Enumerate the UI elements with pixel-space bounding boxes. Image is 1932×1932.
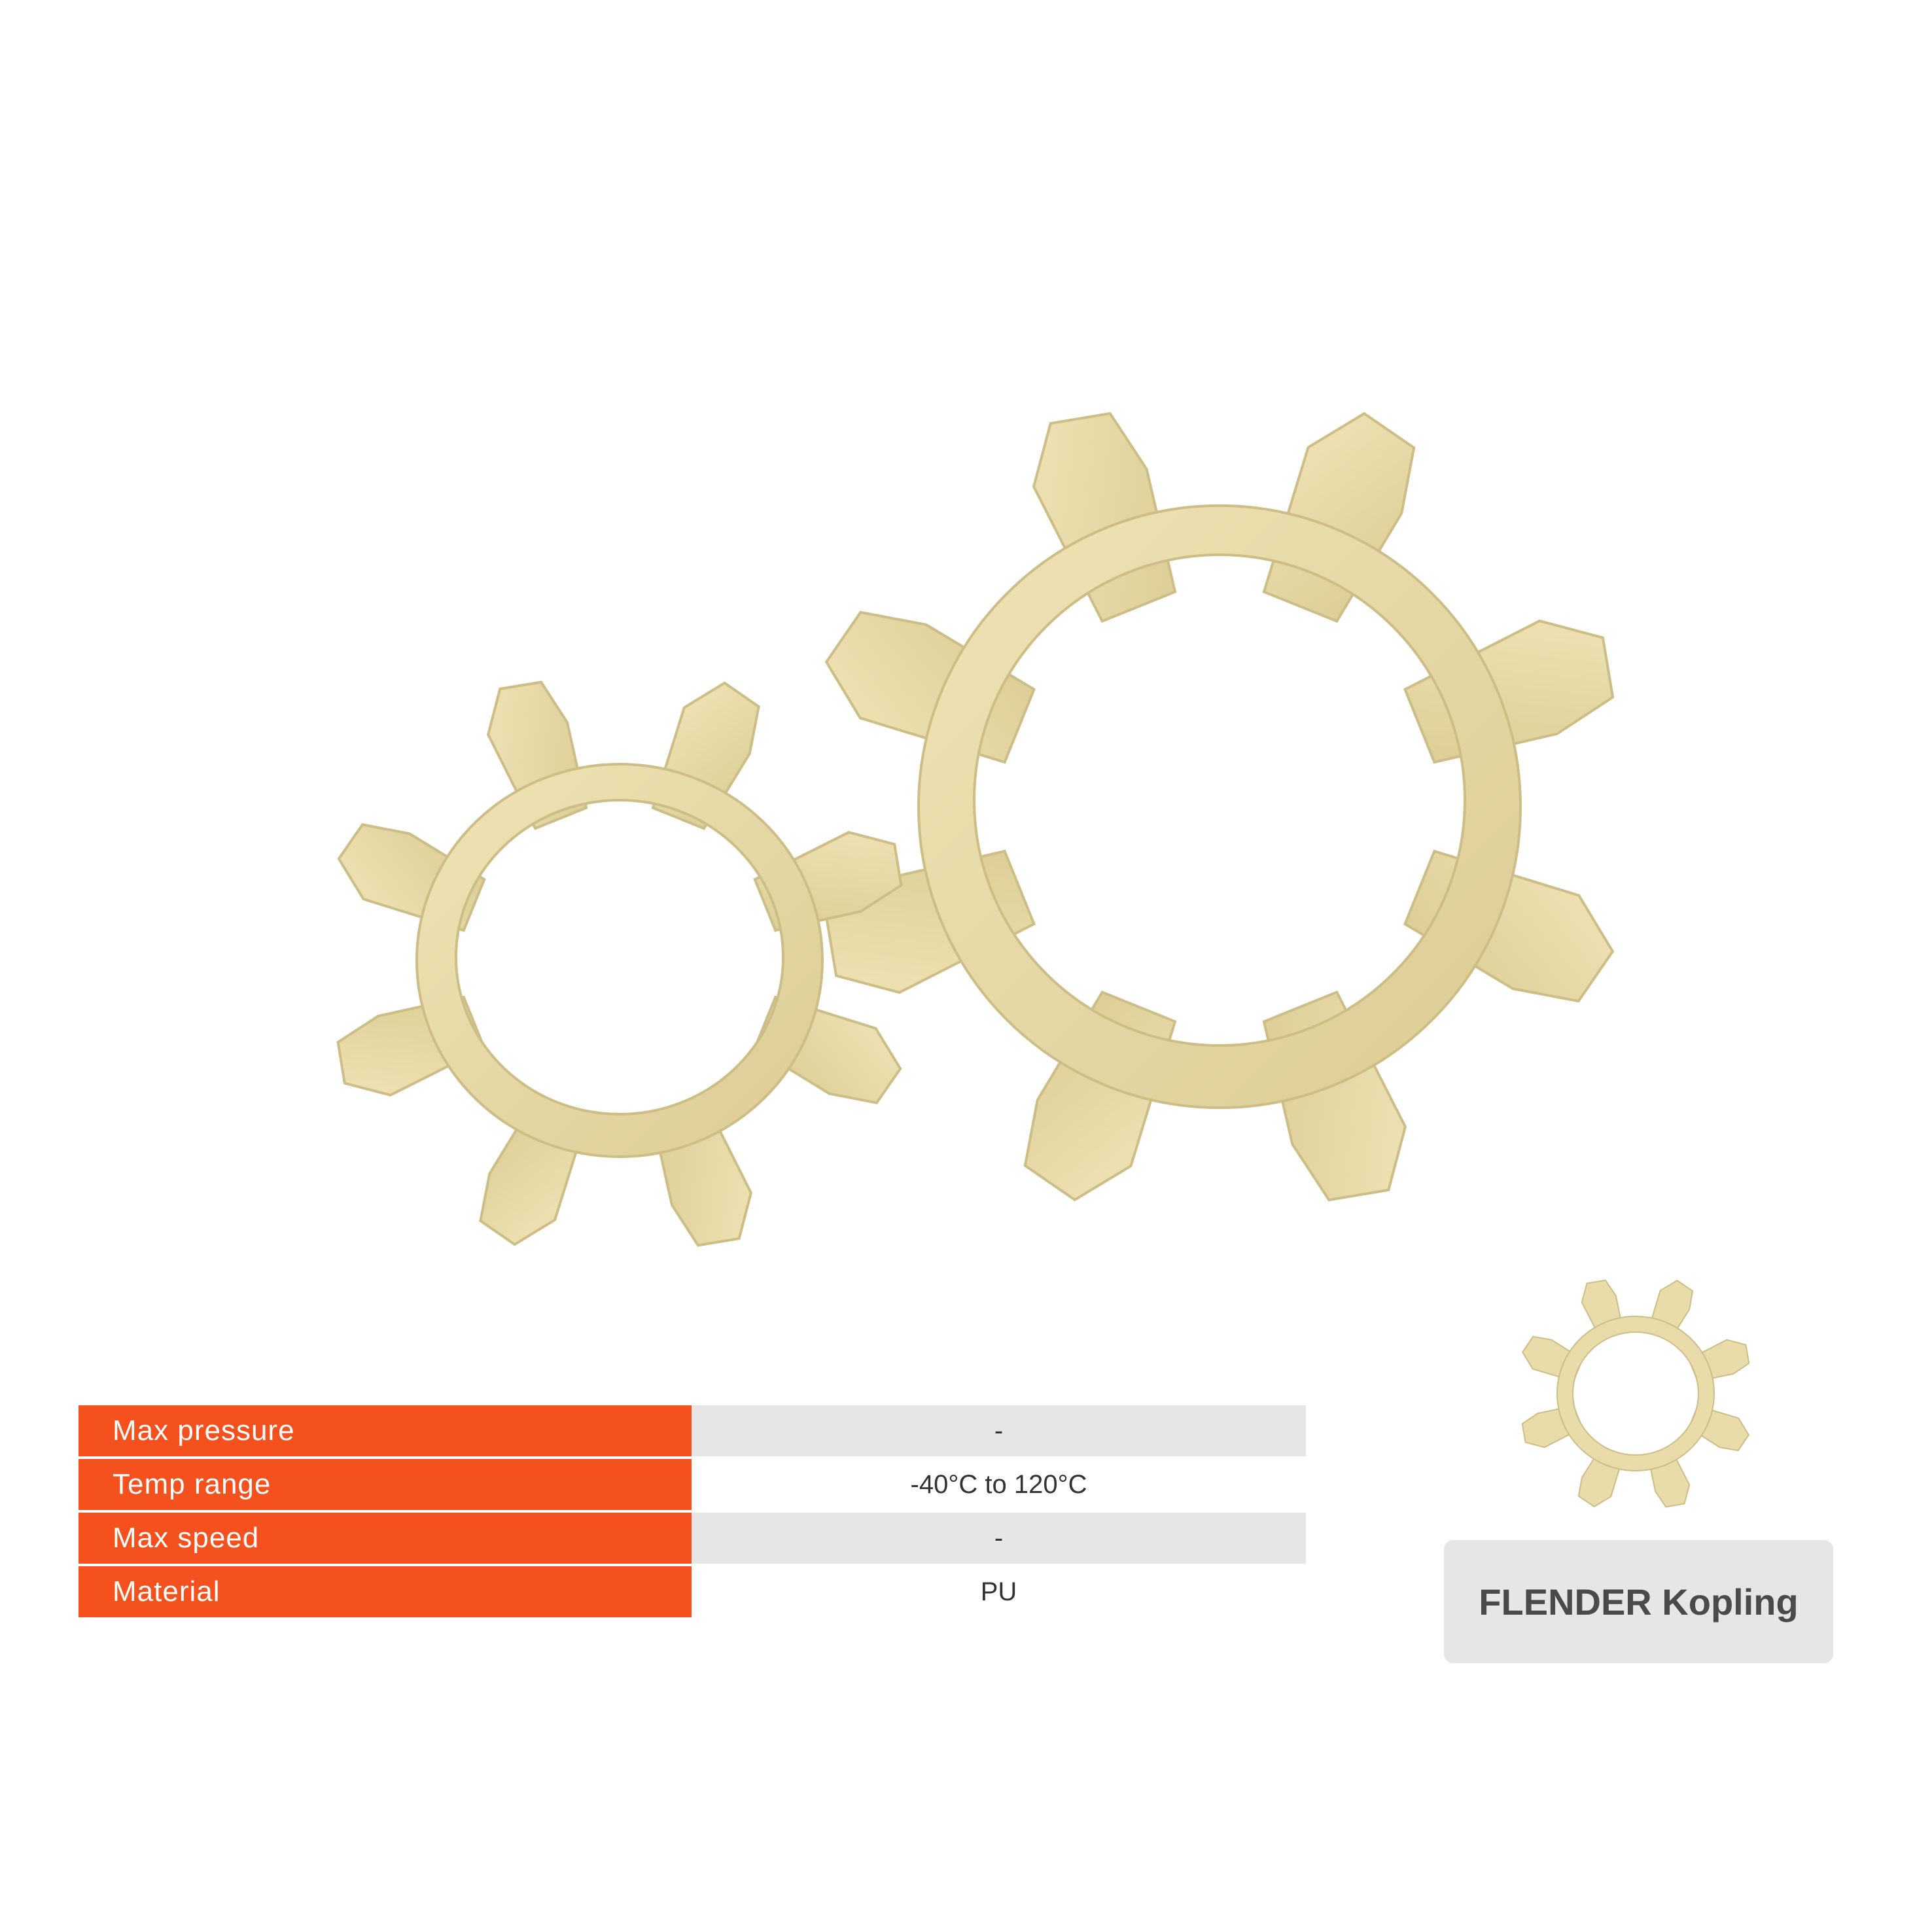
large-spider-coupling [824, 412, 1615, 1202]
spec-row-max-speed: Max speed - [79, 1513, 1306, 1564]
spec-label: Temp range [79, 1459, 692, 1510]
small-spider-coupling [336, 680, 903, 1247]
spider-coupling-icon [1521, 1279, 1750, 1508]
spec-table: Max pressure - Temp range -40°C to 120°C… [79, 1405, 1306, 1620]
spec-row-material: Material PU [79, 1566, 1306, 1617]
spec-label: Max speed [79, 1513, 692, 1564]
spec-label: Max pressure [79, 1405, 692, 1456]
spec-value: - [692, 1513, 1306, 1564]
spec-value: PU [692, 1566, 1306, 1617]
spec-row-max-pressure: Max pressure - [79, 1405, 1306, 1456]
spec-value: -40°C to 120°C [692, 1459, 1306, 1510]
spec-value: - [692, 1405, 1306, 1456]
spec-label: Material [79, 1566, 692, 1617]
spec-row-temp-range: Temp range -40°C to 120°C [79, 1459, 1306, 1510]
product-name: FLENDER Kopling [1479, 1581, 1799, 1623]
product-name-card: FLENDER Kopling [1444, 1540, 1833, 1663]
